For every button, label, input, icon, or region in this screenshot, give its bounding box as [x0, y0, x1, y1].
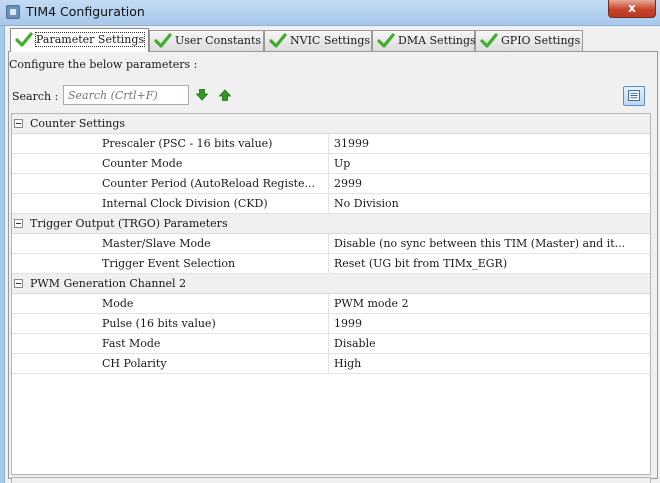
param-name: Counter Mode [102, 157, 183, 170]
param-row[interactable]: Counter Mode Up [12, 154, 650, 174]
configure-label: Configure the below parameters : [9, 58, 198, 71]
param-name: Fast Mode [102, 337, 161, 350]
tab-strip: Parameter Settings User Constants NVIC S… [8, 28, 648, 52]
param-value[interactable]: 2999 [334, 177, 648, 190]
param-name: Trigger Event Selection [102, 257, 236, 270]
checkmark-icon [377, 33, 395, 48]
group-trigger-output[interactable]: Trigger Output (TRGO) Parameters [12, 214, 650, 234]
group-label: PWM Generation Channel 2 [30, 277, 187, 290]
tab-label: Parameter Settings [34, 32, 146, 47]
group-label: Trigger Output (TRGO) Parameters [30, 217, 228, 230]
column-divider [328, 334, 329, 353]
param-value[interactable]: No Division [334, 197, 648, 210]
title-bar: TIM4 Configuration x [0, 0, 660, 26]
collapse-icon[interactable] [14, 119, 23, 128]
parameter-grid: Counter Settings Prescaler (PSC - 16 bit… [11, 113, 651, 475]
param-value[interactable]: PWM mode 2 [334, 297, 648, 310]
param-row[interactable]: Internal Clock Division (CKD) No Divisio… [12, 194, 650, 214]
param-name: Master/Slave Mode [102, 237, 211, 250]
arrow-up-icon[interactable] [218, 88, 232, 102]
checkmark-icon [269, 33, 287, 48]
tab-nvic-settings[interactable]: NVIC Settings [264, 30, 372, 51]
param-row[interactable]: Mode PWM mode 2 [12, 294, 650, 314]
dialog-client: Parameter Settings User Constants NVIC S… [4, 26, 660, 483]
column-divider [328, 154, 329, 173]
window-title: TIM4 Configuration [26, 4, 145, 19]
tab-label: GPIO Settings [501, 34, 581, 47]
tab-gpio-settings[interactable]: GPIO Settings [475, 30, 583, 51]
param-value[interactable]: Disable [334, 337, 648, 350]
tab-label: User Constants [175, 34, 262, 47]
param-value[interactable]: 31999 [334, 137, 648, 150]
column-divider [328, 134, 329, 153]
checkmark-icon [154, 33, 172, 48]
tab-label: DMA Settings [398, 34, 476, 47]
param-name: Prescaler (PSC - 16 bits value) [102, 137, 273, 150]
param-row[interactable]: Pulse (16 bits value) 1999 [12, 314, 650, 334]
column-divider [328, 254, 329, 273]
param-row[interactable]: Prescaler (PSC - 16 bits value) 31999 [12, 134, 650, 154]
column-divider [328, 174, 329, 193]
param-name: Pulse (16 bits value) [102, 317, 216, 330]
column-divider [328, 194, 329, 213]
column-divider [328, 314, 329, 333]
arrow-down-icon[interactable] [195, 88, 209, 102]
list-view-icon [628, 90, 640, 101]
collapse-icon[interactable] [14, 219, 23, 228]
search-label: Search : [12, 90, 59, 103]
checkmark-icon [480, 33, 498, 48]
tab-user-constants[interactable]: User Constants [149, 30, 264, 51]
tab-dma-settings[interactable]: DMA Settings [372, 30, 476, 51]
param-name: Mode [102, 297, 134, 310]
description-panel [11, 477, 651, 483]
group-pwm-channel-2[interactable]: PWM Generation Channel 2 [12, 274, 650, 294]
checkmark-icon [15, 32, 33, 47]
param-value[interactable]: Up [334, 157, 648, 170]
param-value[interactable]: Reset (UG bit from TIMx_EGR) [334, 257, 648, 270]
param-value[interactable]: 1999 [334, 317, 648, 330]
param-row[interactable]: CH Polarity High [12, 354, 650, 374]
close-button[interactable]: x [608, 0, 656, 18]
param-name: CH Polarity [102, 357, 167, 370]
param-row[interactable]: Trigger Event Selection Reset (UG bit fr… [12, 254, 650, 274]
collapse-icon[interactable] [14, 279, 23, 288]
param-name: Internal Clock Division (CKD) [102, 197, 268, 210]
app-icon [6, 5, 20, 19]
search-input[interactable] [63, 85, 189, 105]
group-counter-settings[interactable]: Counter Settings [12, 114, 650, 134]
param-row[interactable]: Fast Mode Disable [12, 334, 650, 354]
param-value[interactable]: High [334, 357, 648, 370]
tab-label: NVIC Settings [290, 34, 371, 47]
tab-parameter-settings[interactable]: Parameter Settings [10, 28, 149, 52]
param-value[interactable]: Disable (no sync between this TIM (Maste… [334, 237, 648, 250]
column-divider [328, 234, 329, 253]
param-row[interactable]: Counter Period (AutoReload Registe... 29… [12, 174, 650, 194]
param-name: Counter Period (AutoReload Registe... [102, 177, 316, 190]
list-view-button[interactable] [623, 86, 645, 106]
group-label: Counter Settings [30, 117, 126, 130]
column-divider [328, 294, 329, 313]
column-divider [328, 354, 329, 373]
param-row[interactable]: Master/Slave Mode Disable (no sync betwe… [12, 234, 650, 254]
